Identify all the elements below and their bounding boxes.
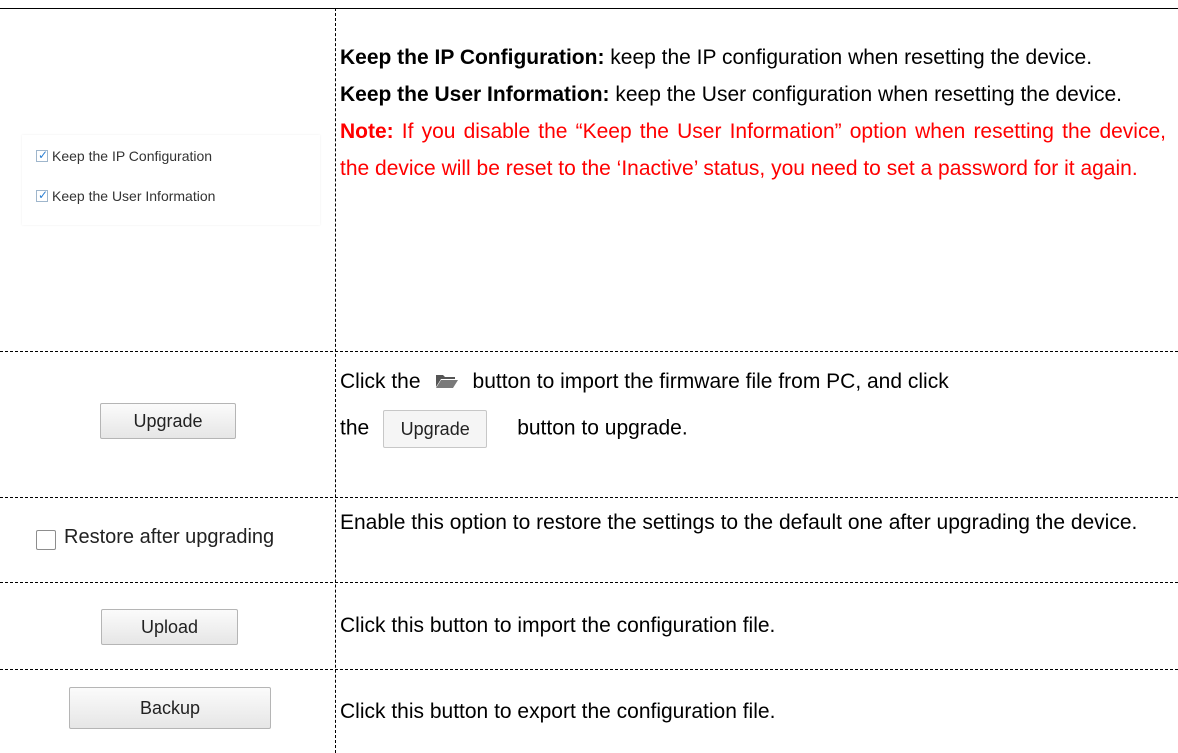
restore-after-upgrading-label: Restore after upgrading [64, 526, 275, 548]
restore-after-upgrading-checkbox[interactable] [36, 530, 56, 550]
upgrade-line-2: the Upgrade button to upgrade. [340, 410, 1166, 448]
reset-options-panel: ✓ Keep the IP Configuration ✓ Keep the U… [22, 135, 320, 225]
keep-user-checkbox[interactable]: ✓ [36, 188, 49, 202]
reset-description: Keep the IP Configuration: keep the IP c… [340, 39, 1166, 187]
column-divider [335, 8, 336, 753]
keep-user-label: Keep the User Information [52, 188, 216, 204]
keep-ip-label: Keep the IP Configuration [52, 148, 213, 164]
restore-description: Enable this option to restore the settin… [340, 511, 1138, 534]
keep-user-checkbox-row[interactable]: ✓ Keep the User Information [36, 186, 215, 206]
checkmark-icon: ✓ [38, 188, 49, 202]
row-separator [0, 582, 1178, 583]
keep-ip-checkbox[interactable]: ✓ [36, 148, 49, 162]
upload-description: Click this button to import the configur… [340, 614, 776, 637]
backup-button[interactable]: Backup [69, 687, 271, 729]
backup-description: Click this button to export the configur… [340, 700, 776, 723]
folder-open-icon [435, 375, 458, 388]
row-separator [0, 497, 1178, 498]
upgrade-button[interactable]: Upgrade [100, 403, 236, 439]
table-top-border [0, 8, 1178, 9]
row-separator [0, 669, 1178, 670]
checkmark-icon: ✓ [38, 148, 49, 162]
upload-button[interactable]: Upload [101, 609, 238, 645]
settings-table: ✓ Keep the IP Configuration ✓ Keep the U… [0, 0, 1178, 753]
inline-upgrade-button: Upgrade [383, 410, 488, 448]
row-separator [0, 351, 1178, 352]
keep-ip-description: Keep the IP Configuration: keep the IP c… [340, 46, 1093, 69]
keep-user-description: Keep the User Information: keep the User… [340, 83, 1123, 106]
upgrade-line-1: Click the button to import the firmware f… [340, 370, 949, 393]
keep-ip-checkbox-row[interactable]: ✓ Keep the IP Configuration [36, 146, 212, 166]
note: Note: If you disable the “Keep the User … [340, 120, 1166, 180]
upgrade-description: Click the button to import the firmware f… [340, 364, 1166, 448]
